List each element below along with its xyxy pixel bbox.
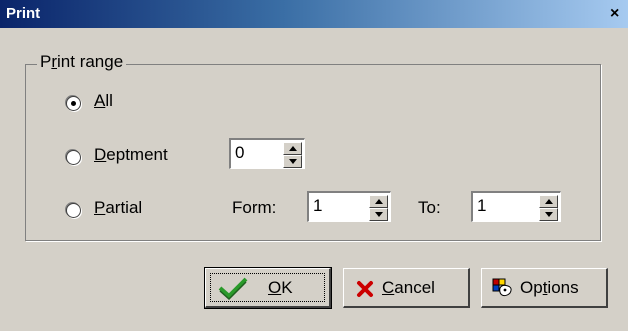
ok-label: OK bbox=[268, 278, 293, 297]
department-spinner[interactable] bbox=[283, 142, 302, 168]
options-icon bbox=[492, 278, 512, 297]
arrow-up-icon bbox=[375, 199, 383, 204]
arrow-up-icon bbox=[545, 199, 553, 204]
radio-department-label[interactable]: Deptment bbox=[94, 145, 168, 165]
checkmark-icon bbox=[218, 277, 248, 300]
arrow-down-icon bbox=[289, 159, 297, 164]
radio-department[interactable] bbox=[66, 150, 81, 165]
arrow-down-icon bbox=[375, 212, 383, 217]
print-range-legend: Print range bbox=[37, 52, 127, 72]
department-value: 0 bbox=[235, 143, 245, 162]
radio-all-label[interactable]: All bbox=[94, 91, 113, 111]
spin-up-button[interactable] bbox=[283, 142, 302, 155]
form-input[interactable]: 1 bbox=[307, 191, 391, 222]
department-input[interactable]: 0 bbox=[229, 138, 305, 169]
cancel-label: Cancel bbox=[382, 278, 435, 297]
form-value: 1 bbox=[313, 196, 323, 215]
spin-down-button[interactable] bbox=[369, 208, 388, 221]
to-input[interactable]: 1 bbox=[471, 191, 561, 222]
window-title: Print bbox=[6, 5, 41, 22]
spin-up-button[interactable] bbox=[539, 195, 558, 208]
radio-selected-dot bbox=[71, 101, 76, 106]
title-bar: Print bbox=[0, 0, 628, 28]
spin-down-button[interactable] bbox=[283, 155, 302, 168]
options-label: Options bbox=[520, 278, 579, 297]
ok-button[interactable]: OK bbox=[204, 267, 332, 309]
form-label: Form: bbox=[232, 198, 277, 217]
arrow-up-icon bbox=[289, 146, 297, 151]
to-label: To: bbox=[418, 198, 441, 217]
arrow-down-icon bbox=[545, 212, 553, 217]
cancel-button[interactable]: Cancel bbox=[343, 268, 470, 308]
radio-all[interactable] bbox=[66, 96, 81, 111]
x-icon bbox=[357, 281, 373, 297]
radio-partial-label[interactable]: Partial bbox=[94, 198, 142, 218]
radio-partial[interactable] bbox=[66, 203, 81, 218]
to-value: 1 bbox=[477, 196, 487, 215]
to-spinner[interactable] bbox=[539, 195, 558, 221]
spin-up-button[interactable] bbox=[369, 195, 388, 208]
close-icon[interactable]: × bbox=[610, 6, 628, 24]
spin-down-button[interactable] bbox=[539, 208, 558, 221]
form-spinner[interactable] bbox=[369, 195, 388, 221]
options-button[interactable]: Options bbox=[481, 268, 608, 308]
